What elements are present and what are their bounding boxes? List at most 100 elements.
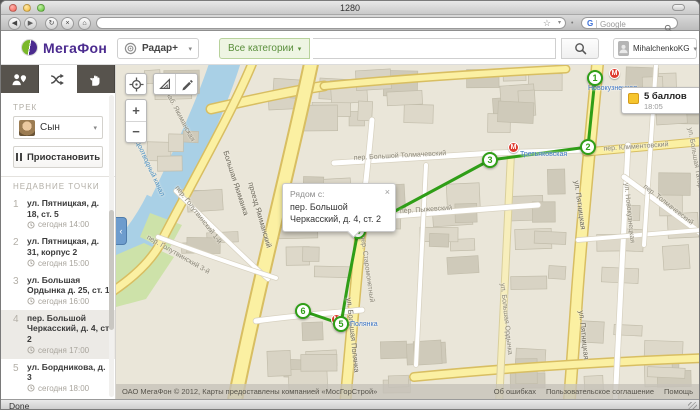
tracked-person-avatar	[19, 120, 35, 136]
pencil-button[interactable]	[175, 74, 197, 94]
person-pin-icon	[11, 72, 28, 87]
traffic-badge[interactable]: 5 баллов 18:05	[621, 87, 699, 114]
web-search-input[interactable]: G Google	[581, 17, 678, 29]
recent-point-item[interactable]: 3ул. Большая Ордынка д. 25, ст. 1сегодня…	[1, 272, 115, 310]
sidebar-scrollbar[interactable]	[109, 95, 114, 397]
tracked-person-name: Сын	[40, 122, 60, 133]
traffic-level-icon	[628, 93, 639, 104]
sidebar-scrollbar-thumb[interactable]	[109, 210, 114, 330]
map-footer-link[interactable]: Помощь	[664, 387, 693, 396]
hand-icon	[88, 72, 102, 87]
categories-dropdown[interactable]: Все категории ▾	[219, 38, 310, 59]
resize-grip[interactable]	[688, 402, 697, 410]
browser-titlebar: 1280	[1, 1, 699, 15]
recent-point-item[interactable]: 1ул. Пятницкая, д. 18, ст. 5сегодня 14:0…	[1, 195, 115, 233]
recent-points-list: 1ул. Пятницкая, д. 18, ст. 5сегодня 14:0…	[1, 195, 115, 399]
megafon-logo[interactable]: МегаФон	[21, 39, 107, 56]
point-address: ул. Пятницкая, д. 18, ст. 5	[27, 198, 111, 219]
clock-icon	[27, 346, 35, 354]
avatar	[618, 41, 629, 56]
web-search-placeholder: Google	[600, 20, 626, 30]
home-button[interactable]: ⌂	[78, 17, 91, 30]
popup-title: Рядом с:	[290, 189, 388, 199]
search-engine-icon[interactable]: G	[587, 19, 593, 29]
forward-button[interactable]: ▶	[24, 17, 37, 30]
clock-icon	[27, 384, 35, 392]
user-name: MihalchenkoKG	[633, 44, 689, 53]
point-address: пер. Большой Черкасский, д. 4, ст. 2	[27, 313, 111, 345]
map-attribution: ОАО МегаФон © 2012, Карты предоставлены …	[122, 387, 377, 396]
toolbar-separator: •	[571, 20, 573, 27]
point-number: 1	[13, 198, 21, 229]
ruler-button[interactable]	[154, 74, 175, 94]
zoom-control: + −	[125, 99, 147, 143]
url-dropdown-icon[interactable]: ▾	[558, 18, 561, 29]
user-menu[interactable]: MihalchenkoKG ▾	[613, 38, 697, 59]
map-footer-link[interactable]: Пользовательское соглашение	[546, 387, 654, 396]
metro-station-icon[interactable]: М	[508, 142, 519, 153]
route-point-marker[interactable]: 2	[580, 139, 596, 155]
service-dropdown[interactable]: Радар+ ▾	[117, 38, 199, 59]
point-number: 2	[13, 236, 21, 267]
back-icon: ◀	[12, 20, 17, 27]
metro-station-label: Полянка	[350, 321, 378, 328]
reload-icon: ↻	[49, 20, 55, 27]
clock-icon	[27, 259, 35, 267]
tracked-person-dropdown[interactable]: Сын ▾	[13, 116, 103, 139]
back-button[interactable]: ◀	[8, 17, 21, 30]
reload-button[interactable]: ↻	[45, 17, 58, 30]
pause-icon	[16, 153, 22, 161]
route-point-marker[interactable]: 6	[295, 303, 311, 319]
tab-places[interactable]	[77, 65, 115, 93]
recent-point-item[interactable]: 5ул. Бордникова, д. 3сегодня 18:00	[1, 359, 115, 397]
map-search-button[interactable]	[561, 38, 599, 59]
map-search-input[interactable]	[313, 38, 556, 59]
tab-track[interactable]	[39, 65, 76, 93]
locate-button[interactable]	[125, 73, 147, 95]
point-time: сегодня 17:00	[27, 346, 111, 355]
point-number: 3	[13, 275, 21, 306]
map-footer-link[interactable]: Об ошибках	[494, 387, 536, 396]
chevron-down-icon: ▾	[93, 124, 97, 132]
megafon-logo-text: МегаФон	[43, 40, 107, 56]
zoom-out-button[interactable]: −	[126, 121, 146, 143]
route-point-marker[interactable]: 1	[587, 70, 603, 86]
pause-button-label: Приостановить	[27, 152, 100, 163]
route-shuffle-icon	[49, 72, 66, 87]
point-time: сегодня 16:00	[27, 297, 111, 306]
url-input[interactable]: ☆ ▾	[96, 17, 566, 29]
recent-points-label: НЕДАВНИЕ ТОЧКИ	[13, 182, 115, 191]
route-point-marker[interactable]: 5	[333, 316, 349, 332]
browser-toolbar: ◀ ▶ ↻ × ⌂ ☆ ▾ • G Google	[1, 15, 699, 31]
point-number: 5	[13, 362, 21, 393]
recent-point-item[interactable]: 2 ул. Пятницкая, д. 31, корпус 2 сегодня 1…	[1, 233, 115, 271]
traffic-badge-time: 18:05	[644, 102, 687, 111]
traffic-badge-label: 5 баллов	[644, 92, 687, 102]
chevron-down-icon: ▾	[298, 45, 302, 53]
pencil-icon	[180, 77, 194, 91]
toolbar-toggle-button[interactable]	[672, 4, 685, 11]
crosshair-icon	[129, 77, 144, 92]
browser-statusbar: Done	[1, 399, 699, 410]
measure-draw-controls	[153, 73, 198, 95]
megafon-logo-icon	[21, 39, 38, 56]
pause-tracking-button[interactable]: Приостановить	[13, 146, 103, 168]
sidebar: ТРЕК Сын ▾ Приостановить НЕДАВНИЕ ТОЧКИ …	[1, 65, 116, 399]
chevron-down-icon: ▾	[188, 45, 192, 53]
stop-button[interactable]: ×	[61, 17, 74, 30]
metro-station-icon[interactable]: М	[609, 68, 620, 79]
ruler-icon	[158, 77, 172, 91]
point-address: ул. Пятницкая, д. 31, корпус 2	[27, 236, 111, 257]
stop-icon: ×	[65, 20, 69, 27]
radar-icon	[124, 42, 137, 55]
popup-close-icon[interactable]: ×	[385, 187, 390, 197]
zoom-in-button[interactable]: +	[126, 100, 146, 121]
sidebar-collapse-handle[interactable]: ‹	[116, 217, 127, 245]
bookmark-star-icon[interactable]: ☆	[543, 18, 551, 29]
point-time: сегодня 15:00	[27, 259, 111, 268]
map-canvas[interactable]: Рядом с: × пер. Большой Черкасский, д. 4…	[116, 65, 699, 399]
tab-contacts[interactable]	[1, 65, 39, 93]
route-point-marker[interactable]: 3	[482, 152, 498, 168]
map-base-layer	[116, 65, 699, 399]
recent-point-item[interactable]: 4пер. Большой Черкасский, д. 4, ст. 2сег…	[1, 310, 115, 359]
